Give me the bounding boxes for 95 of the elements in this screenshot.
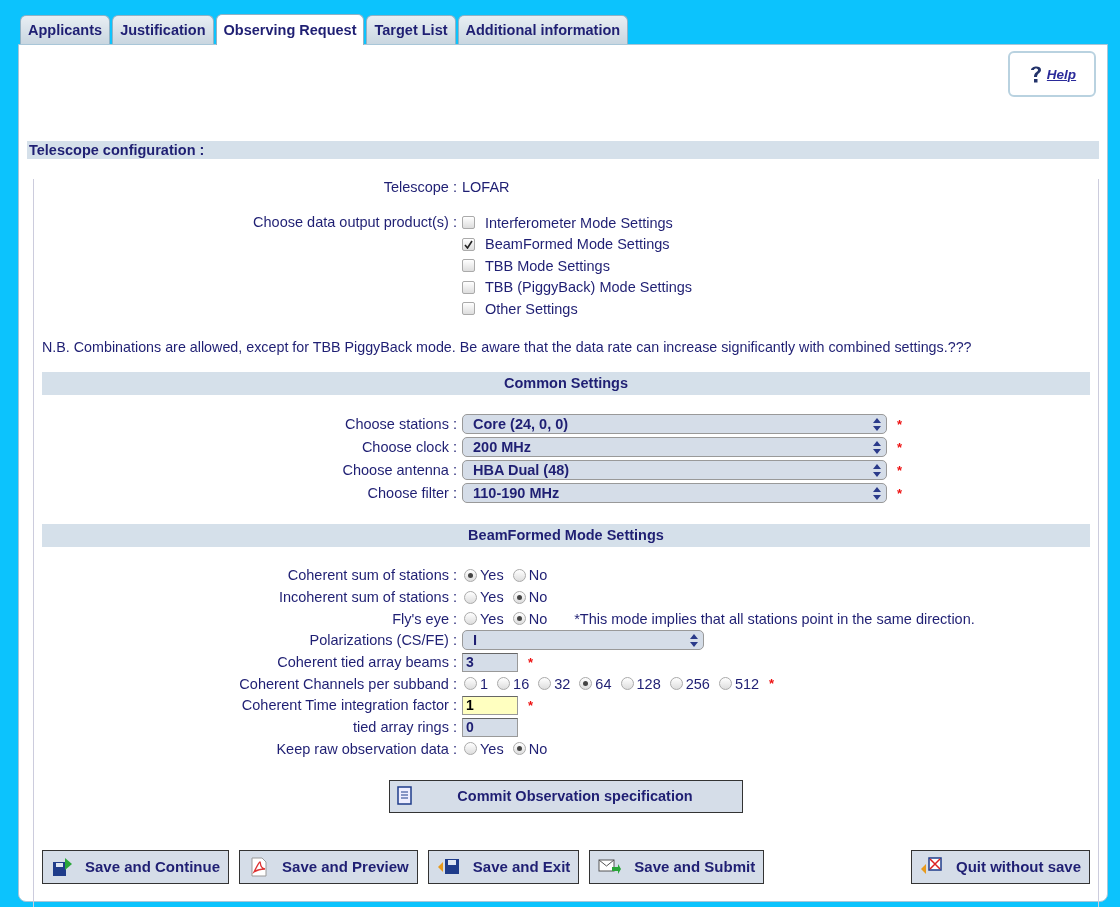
- dropdown[interactable]: 110-190 MHz: [462, 483, 887, 503]
- input-field[interactable]: 3: [462, 652, 518, 672]
- telescope-value: LOFAR: [462, 179, 511, 195]
- radio-label: Yes: [480, 740, 504, 757]
- radio-label: Yes: [480, 567, 504, 584]
- action-button[interactable]: Save and Preview: [239, 849, 418, 884]
- tab[interactable]: Target List: [366, 15, 456, 44]
- radio-button[interactable]: [512, 568, 526, 582]
- dropdown-arrows-icon: [690, 633, 698, 647]
- field-label: Fly's eye :: [391, 610, 457, 627]
- field-label: Choose clock :: [360, 439, 457, 455]
- tab[interactable]: Additional information: [457, 15, 629, 44]
- radio-label: 32: [554, 675, 571, 692]
- radio-button[interactable]: [512, 742, 526, 756]
- field-label: Coherent Channels per subband :: [238, 675, 457, 692]
- dropdown[interactable]: HBA Dual (48): [462, 460, 887, 480]
- required-mark: *: [897, 462, 903, 478]
- radio-label: No: [528, 589, 548, 606]
- action-button[interactable]: Quit without save: [911, 849, 1090, 884]
- checkbox[interactable]: [462, 237, 475, 251]
- tab[interactable]: Justification: [112, 15, 214, 44]
- dropdown-arrows-icon: [873, 417, 881, 431]
- input-field[interactable]: 0: [462, 717, 518, 737]
- note-text: *This mode implies that all stations point in the same direction.: [574, 610, 975, 627]
- checkbox-label: Other Settings: [485, 300, 578, 317]
- checkbox-label: TBB (PiggyBack) Mode Settings: [485, 279, 693, 296]
- checkbox-label: Interferometer Mode Settings: [485, 214, 673, 231]
- note-text: N.B. Combinations are allowed, except for TBB PiggyBack mode. Be aware that the data rate can increase significantly with combined settings.???: [42, 338, 973, 355]
- radio-label: 512: [734, 675, 760, 692]
- radio-label: 256: [685, 675, 710, 692]
- action-button[interactable]: Save and Submit: [589, 849, 765, 884]
- radio-label: 128: [636, 675, 661, 692]
- radio-button[interactable]: [579, 677, 593, 691]
- radio-button[interactable]: [464, 590, 477, 604]
- checkbox[interactable]: [462, 216, 475, 230]
- field-label: Incoherent sum of stations :: [277, 589, 457, 606]
- document-icon: [396, 786, 414, 807]
- dropdown-arrows-icon: [873, 440, 881, 454]
- field-label: Polarizations (CS/FE) :: [308, 632, 457, 649]
- section-header: BeamFormed Mode Settings: [42, 523, 1090, 547]
- radio-button[interactable]: [497, 677, 511, 691]
- radio-button[interactable]: [538, 677, 552, 691]
- radio-button[interactable]: [512, 612, 526, 626]
- field-label: Telescope :: [382, 179, 457, 195]
- field-label: Keep raw observation data :: [275, 740, 457, 757]
- checkbox[interactable]: [462, 302, 475, 316]
- dropdown[interactable]: I: [462, 630, 704, 651]
- radio-label: No: [528, 610, 548, 627]
- required-mark: *: [897, 485, 903, 501]
- radio-button[interactable]: [512, 590, 526, 604]
- radio-button[interactable]: [464, 568, 477, 582]
- checkbox-label: BeamFormed Mode Settings: [485, 236, 670, 253]
- field-label: Choose stations :: [343, 416, 457, 432]
- dropdown-arrows-icon: [873, 463, 881, 477]
- action-button[interactable]: Save and Continue: [42, 849, 230, 884]
- radio-label: 1: [480, 675, 489, 692]
- radio-label: No: [528, 740, 548, 757]
- floppy-disk-icon: [51, 855, 73, 878]
- checkbox-label: TBB Mode Settings: [485, 257, 610, 274]
- checkbox[interactable]: [462, 280, 475, 294]
- radio-button[interactable]: [464, 677, 477, 691]
- radio-button[interactable]: [669, 677, 683, 691]
- section-header: Common Settings: [42, 371, 1090, 395]
- radio-label: Yes: [480, 610, 504, 627]
- action-button[interactable]: Save and Exit: [427, 849, 580, 884]
- required-mark: *: [528, 697, 534, 713]
- dropdown-arrows-icon: [873, 486, 881, 500]
- field-label: Coherent sum of stations :: [286, 567, 457, 584]
- dropdown[interactable]: Core (24, 0, 0): [462, 414, 887, 434]
- required-mark: *: [528, 654, 534, 670]
- field-label: Choose antenna :: [341, 462, 457, 478]
- tab[interactable]: Applicants: [20, 15, 111, 44]
- dropdown[interactable]: 200 MHz: [462, 437, 887, 457]
- field-label: Choose filter :: [366, 485, 457, 501]
- field-label: tied array rings :: [352, 719, 457, 736]
- input-field[interactable]: 1: [462, 695, 518, 715]
- radio-button[interactable]: [464, 742, 477, 756]
- required-mark: *: [897, 416, 903, 432]
- field-label: Coherent Time integration factor :: [240, 697, 457, 714]
- radio-label: Yes: [480, 589, 504, 606]
- checkbox[interactable]: [462, 259, 475, 273]
- radio-button[interactable]: [620, 677, 634, 691]
- field-label: Coherent tied array beams :: [276, 654, 457, 671]
- help-link[interactable]: Help: [1008, 51, 1096, 97]
- radio-label: 64: [595, 675, 612, 692]
- radio-label: No: [528, 567, 548, 584]
- radio-button[interactable]: [718, 677, 732, 691]
- commit-button[interactable]: Commit Observation specification: [389, 779, 743, 813]
- section-header: Telescope configuration :: [27, 141, 1099, 159]
- radio-label: 16: [513, 675, 530, 692]
- required-mark: *: [897, 439, 903, 455]
- radio-button[interactable]: [464, 612, 477, 626]
- tab[interactable]: Observing Request: [215, 14, 365, 45]
- field-label: Choose data output product(s) :: [252, 213, 457, 232]
- required-mark: *: [769, 676, 775, 692]
